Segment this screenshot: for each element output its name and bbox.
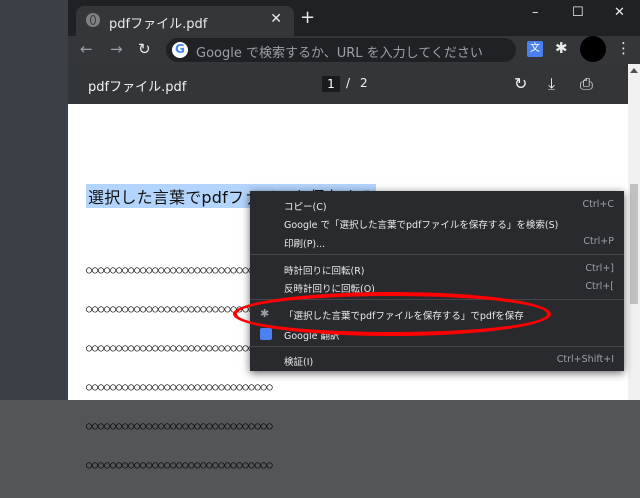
google-icon	[172, 42, 188, 58]
desktop-background	[0, 0, 68, 400]
scrollbar[interactable]	[628, 64, 640, 400]
address-bar[interactable]: Google で検索するか、URL を入力してください	[166, 38, 516, 62]
globe-icon	[86, 13, 100, 27]
minimize-button[interactable]: –	[532, 5, 539, 20]
shortcut-print: Ctrl+P	[583, 236, 614, 247]
circle-row: ○○○○○○○○○○○○○○○○○○○○○○○○○○○○○○○	[86, 421, 273, 432]
menu-item-inspect[interactable]: 検証(I)	[284, 354, 313, 368]
page-total: 2	[360, 76, 368, 90]
scroll-up-icon[interactable]	[630, 68, 638, 73]
page-number-input[interactable]: 1	[322, 76, 340, 92]
shortcut-inspect: Ctrl+Shift+I	[556, 354, 614, 365]
forward-button[interactable]: →	[110, 40, 123, 58]
circle-row: ○○○○○○○○○○○○○○○○○○○○○○○○○○○○○○○	[86, 265, 273, 276]
tab-pdf[interactable]: pdfファイル.pdf ✕	[76, 6, 294, 36]
print-icon[interactable]: ⎙	[580, 74, 593, 94]
menu-item-search[interactable]: Google で「選択した言葉でpdfファイルを保存する」を検索(S)	[284, 217, 558, 231]
pdf-toolbar: pdfファイル.pdf 1 / 2 ↻ ⤓ ⎙	[68, 64, 628, 104]
download-icon[interactable]: ⤓	[548, 74, 555, 94]
menu-item-rotate-cw[interactable]: 時計回りに回転(R)	[284, 263, 365, 277]
reload-button[interactable]: ↻	[138, 40, 151, 58]
circle-rows: ○○○○○○○○○○○○○○○○○○○○○○○○○○○○○○○ ○○○○○○○○…	[86, 238, 273, 498]
shortcut-rotate-ccw: Ctrl+[	[585, 281, 614, 292]
extensions-puzzle-icon[interactable]: ✱	[555, 39, 568, 57]
google-translate-icon	[260, 328, 272, 340]
annotation-red-ellipse	[233, 292, 551, 336]
menu-separator	[250, 254, 624, 255]
new-tab-button[interactable]: +	[300, 9, 315, 27]
context-menu: コピー(C) Ctrl+C Google で「選択した言葉でpdfファイルを保存…	[250, 191, 624, 371]
circle-row: ○○○○○○○○○○○○○○○○○○○○○○○○○○○○○○○	[86, 460, 273, 471]
menu-kebab-icon[interactable]: ⋮	[616, 39, 631, 57]
close-icon[interactable]: ✕	[270, 11, 282, 27]
scroll-thumb[interactable]	[630, 184, 638, 304]
tab-title: pdfファイル.pdf	[109, 17, 208, 32]
shortcut-rotate-cw: Ctrl+]	[585, 263, 614, 274]
address-placeholder: Google で検索するか、URL を入力してください	[196, 46, 483, 61]
profile-avatar[interactable]	[580, 36, 606, 62]
rotate-icon[interactable]: ↻	[514, 74, 527, 93]
pdf-title: pdfファイル.pdf	[88, 80, 187, 95]
menu-item-copy[interactable]: コピー(C)	[284, 199, 327, 213]
circle-row: ○○○○○○○○○○○○○○○○○○○○○○○○○○○○○○○	[86, 343, 273, 354]
circle-row: ○○○○○○○○○○○○○○○○○○○○○○○○○○○○○○○	[86, 382, 273, 393]
translate-extension-icon[interactable]: 文	[527, 41, 543, 57]
back-button[interactable]: ←	[80, 40, 93, 58]
page-separator: /	[346, 76, 351, 90]
menu-item-print[interactable]: 印刷(P)...	[284, 236, 325, 250]
maximize-button[interactable]: ☐	[572, 5, 584, 20]
menu-separator	[250, 346, 624, 347]
shortcut-copy: Ctrl+C	[582, 199, 615, 210]
window-close-button[interactable]: ✕	[614, 5, 625, 20]
